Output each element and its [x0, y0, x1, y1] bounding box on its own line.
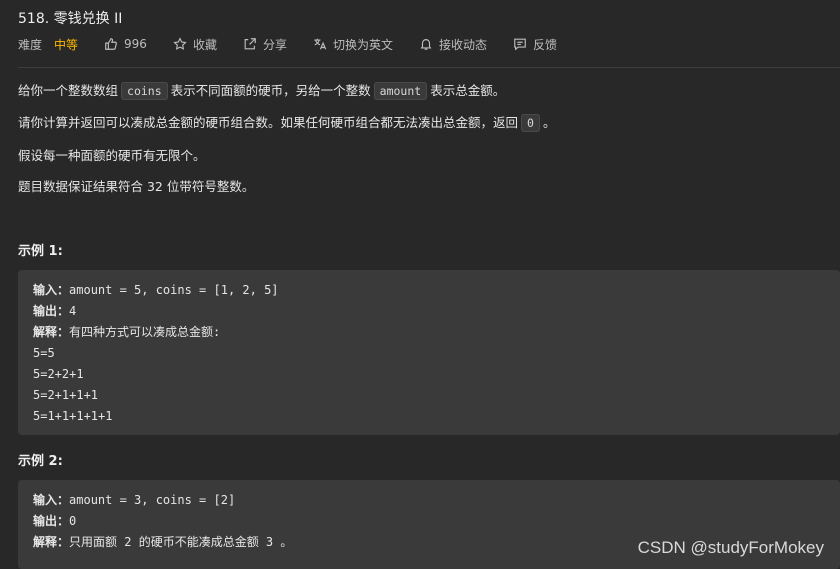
description-paragraph-3: 假设每一种面额的硬币有无限个。 — [18, 148, 206, 163]
input-value: amount = 5, coins = [1, 2, 5] — [69, 283, 279, 297]
explain-label: 解释： — [33, 325, 70, 339]
favorite-button[interactable]: 收藏 — [173, 36, 217, 53]
feedback-label: 反馈 — [533, 37, 558, 52]
input-label: 输入： — [33, 493, 70, 507]
translate-label: 切换为英文 — [332, 37, 393, 52]
description-text: 。 — [542, 115, 556, 130]
difficulty-label: 难度 — [18, 37, 43, 52]
comment-icon — [514, 38, 526, 51]
example-explain-line: 解释：有四种方式可以凑成总金额: — [33, 322, 840, 343]
feedback-button[interactable]: 反馈 — [513, 36, 557, 53]
share-label: 分享 — [262, 37, 287, 52]
notify-button[interactable]: 接收动态 — [419, 36, 487, 53]
description-paragraph-1: 给你一个整数数组 coins 表示不同面额的硬币，另给一个整数 amount 表示总金额… — [18, 80, 506, 100]
notify-label: 接收动态 — [438, 37, 487, 52]
like-count: 996 — [124, 37, 147, 51]
problem-toolbar: 难度 中等 996 收藏 分享 切换为英文 接收动态 反馈 — [18, 35, 583, 53]
watermark: CSDN @studyForMokey — [637, 538, 824, 557]
inline-code-amount: amount — [373, 82, 428, 100]
description-text: 表示总金额。 — [430, 83, 506, 98]
example-input-line: 输入：amount = 3, coins = [2] — [33, 490, 840, 511]
input-value: amount = 3, coins = [2] — [69, 493, 236, 507]
description-paragraph-4: 题目数据保证结果符合 32 位带符号整数。 — [18, 179, 255, 194]
output-label: 输出： — [33, 304, 70, 318]
output-value: 4 — [69, 304, 77, 318]
header-divider — [18, 67, 840, 68]
translate-icon — [314, 38, 327, 50]
description-text: 请你计算并返回可以凑成总金额的硬币组合数。如果任何硬币组合都无法凑出总金额，返回 — [18, 115, 519, 130]
explain-value: 有四种方式可以凑成总金额: — [69, 325, 221, 339]
star-icon — [173, 37, 187, 50]
description-paragraph-2: 请你计算并返回可以凑成总金额的硬币组合数。如果任何硬币组合都无法凑出总金额，返回… — [18, 112, 556, 132]
example-1-block: 输入：amount = 5, coins = [1, 2, 5] 输出：4 解释… — [18, 270, 840, 435]
favorite-label: 收藏 — [192, 37, 217, 52]
example-detail-line: 5=1+1+1+1+1 — [33, 409, 113, 423]
example-detail-line: 5=2+1+1+1 — [33, 388, 99, 402]
example-output-line: 输出：0 — [33, 511, 840, 532]
example-detail-line: 5=2+2+1 — [33, 367, 84, 381]
description-text: 给你一个整数数组 — [18, 83, 119, 98]
page-title: 518. 零钱兑换 II — [18, 11, 123, 27]
example-1-heading: 示例 1: — [18, 244, 63, 259]
thumbs-up-icon — [105, 38, 117, 50]
example-input-line: 输入：amount = 5, coins = [1, 2, 5] — [33, 280, 840, 301]
like-button[interactable]: 996 — [104, 37, 147, 51]
bell-icon — [420, 39, 432, 50]
example-2-heading: 示例 2: — [18, 454, 63, 469]
inline-code-coins: coins — [121, 82, 168, 100]
inline-code-zero: 0 — [521, 114, 540, 132]
input-label: 输入： — [33, 283, 70, 297]
explain-value: 只用面额 2 的硬币不能凑成总金额 3 。 — [69, 535, 293, 549]
output-label: 输出： — [33, 514, 70, 528]
translate-button[interactable]: 切换为英文 — [313, 36, 393, 53]
example-detail-line: 5=5 — [33, 346, 55, 360]
share-icon — [244, 38, 256, 50]
difficulty-badge: 中等 — [54, 37, 79, 52]
example-output-line: 输出：4 — [33, 301, 840, 322]
explain-label: 解释： — [33, 535, 70, 549]
share-button[interactable]: 分享 — [243, 36, 287, 53]
output-value: 0 — [69, 514, 77, 528]
description-text: 表示不同面额的硬币，另给一个整数 — [170, 83, 371, 98]
